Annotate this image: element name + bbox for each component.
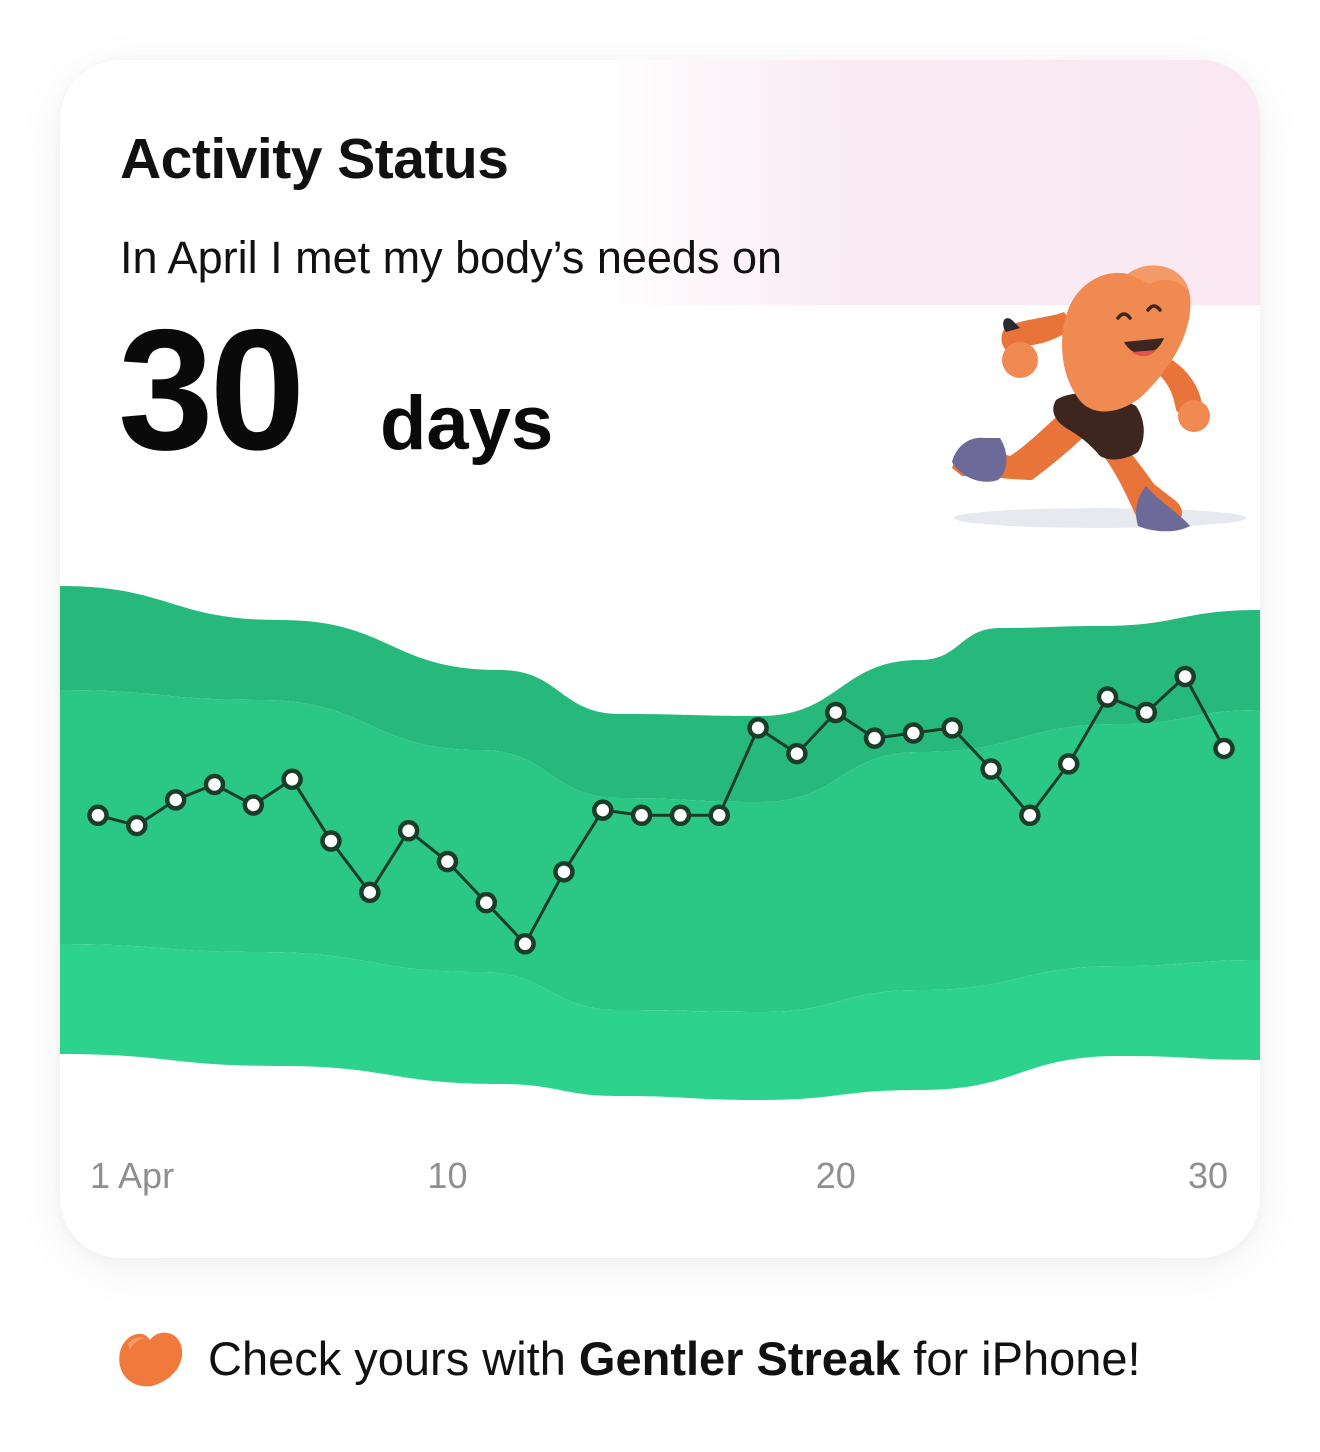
running-heart-mascot-icon xyxy=(952,265,1246,532)
data-point-day-11 xyxy=(475,891,498,914)
data-point-day-19 xyxy=(786,742,808,765)
card-title: Activity Status xyxy=(120,127,509,191)
promo-text-post: for iPhone! xyxy=(900,1331,1141,1385)
data-point-day-29 xyxy=(1174,665,1196,688)
data-point-day-10 xyxy=(436,850,459,873)
data-point-day-20 xyxy=(824,701,847,724)
data-point-day-16 xyxy=(669,804,692,827)
data-point-day-2 xyxy=(126,814,148,837)
gentler-streak-heart-icon xyxy=(119,1332,183,1387)
card-subtitle: In April I met my body’s needs on xyxy=(120,232,783,283)
promo-brand-name: Gentler Streak xyxy=(578,1331,901,1385)
promo-text-pre: Check yours with xyxy=(208,1331,579,1385)
data-point-day-3 xyxy=(164,789,187,811)
data-point-day-30 xyxy=(1213,737,1235,760)
data-point-day-7 xyxy=(320,830,342,852)
days-count: 30 xyxy=(118,294,305,486)
data-point-day-14 xyxy=(592,799,614,821)
data-point-day-1 xyxy=(87,804,109,827)
x-tick-label: 20 xyxy=(816,1155,856,1196)
data-point-day-8 xyxy=(359,881,381,904)
activity-status-card: 1 Apr 10 20 30 Activity Status In April I m… xyxy=(60,60,1260,1258)
activity-zones xyxy=(60,586,1260,1100)
x-axis-ticks: 1 Apr 10 20 30 xyxy=(90,1155,1228,1196)
data-point-day-4 xyxy=(203,773,226,796)
data-point-day-26 xyxy=(1057,753,1080,775)
data-point-day-13 xyxy=(553,861,575,883)
data-point-day-6 xyxy=(281,768,303,791)
data-point-day-22 xyxy=(902,722,925,744)
data-point-day-5 xyxy=(242,794,265,816)
x-tick-label: 1 Apr xyxy=(90,1155,174,1196)
data-point-day-28 xyxy=(1135,701,1158,724)
data-point-day-24 xyxy=(980,758,1002,780)
data-point-day-21 xyxy=(863,727,886,749)
promo-footer: Check yours with Gentler Streak for iPho… xyxy=(116,1318,1141,1398)
data-point-day-27 xyxy=(1096,686,1119,708)
data-point-day-17 xyxy=(708,804,730,827)
promo-text: Check yours with Gentler Streak for iPho… xyxy=(208,1331,1141,1386)
data-point-day-12 xyxy=(514,933,536,955)
days-unit: days xyxy=(380,381,554,466)
data-point-day-25 xyxy=(1019,804,1041,827)
x-tick-label: 10 xyxy=(427,1155,467,1196)
data-point-day-18 xyxy=(747,717,769,739)
x-tick-label: 30 xyxy=(1188,1155,1228,1196)
data-point-day-15 xyxy=(630,804,653,827)
data-point-day-9 xyxy=(397,819,420,842)
data-point-day-23 xyxy=(941,717,963,739)
